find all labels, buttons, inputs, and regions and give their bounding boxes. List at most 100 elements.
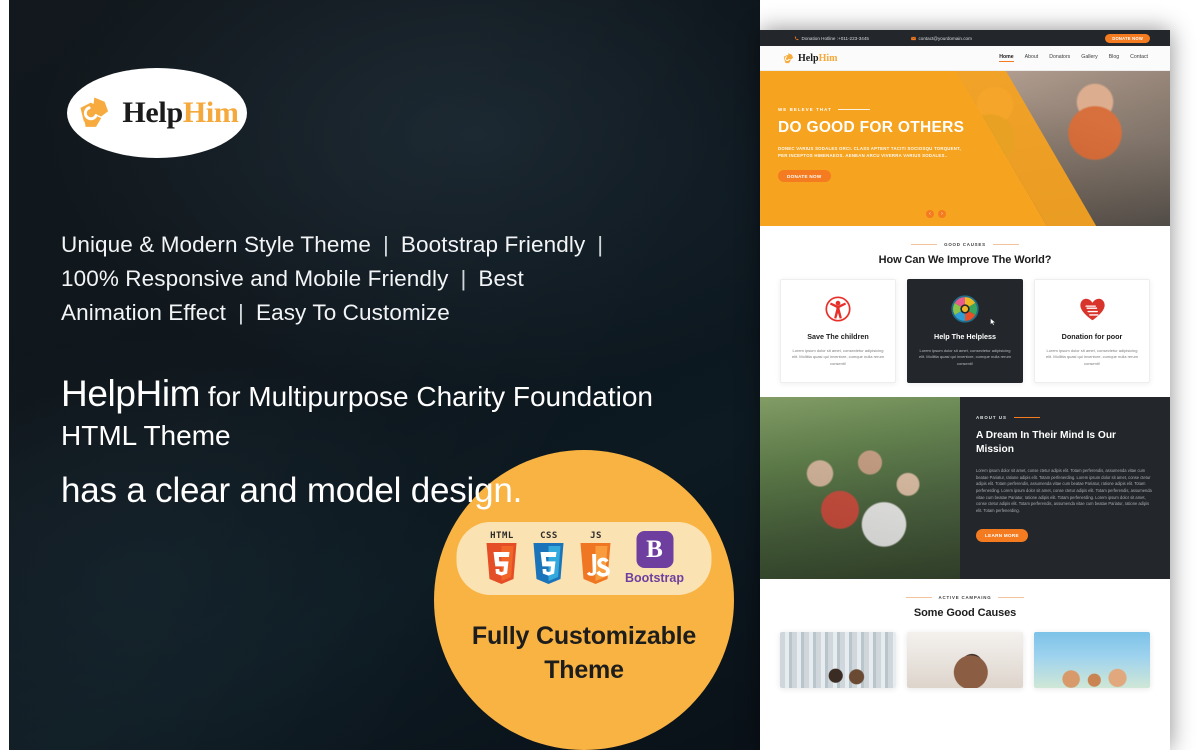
css3-icon xyxy=(533,543,564,584)
save-children-icon xyxy=(825,296,851,322)
site-nav: HelpHim Home About Donators Gallery Blog… xyxy=(760,46,1170,71)
handshake-icon xyxy=(783,52,794,63)
nav-link-home[interactable]: Home xyxy=(999,54,1014,62)
about-label-text: ABOUT US xyxy=(976,415,1007,421)
site-nav-logo[interactable]: HelpHim xyxy=(782,52,837,65)
about-photo xyxy=(760,397,960,580)
helping-hands-circle-icon xyxy=(951,295,979,323)
about-learn-more-button[interactable]: LEARN MORE xyxy=(976,529,1028,543)
hero-eyebrow-text: WE BELEVE THAT xyxy=(778,107,832,112)
brand-logo: HelpHim xyxy=(67,68,247,158)
cause-card-text: Lorem ipsum dolor sit amet, consectetur … xyxy=(791,348,885,366)
topbar-phone: Donation Hotline :+011-223-3445 xyxy=(794,36,869,41)
about-heading: A Dream In Their Mind Is Our Mission xyxy=(976,430,1117,456)
good-causes-heading: How Can We Improve The World? xyxy=(878,254,1052,266)
carousel-next-icon[interactable]: › xyxy=(938,210,946,218)
brand-logo-text: HelpHim xyxy=(122,96,239,130)
cause-card-save-children[interactable]: Save The children Lorem ipsum dolor sit … xyxy=(780,279,896,384)
website-preview: Donation Hotline :+011-223-3445 contact@… xyxy=(760,30,1170,750)
feature-item-best: Best xyxy=(478,266,524,291)
handshake-icon xyxy=(80,97,109,127)
feature-item-responsive: 100% Responsive and Mobile Friendly xyxy=(61,266,449,291)
html5-icon xyxy=(486,543,517,584)
tech-html5: HTML xyxy=(484,531,520,585)
card-icon-wrap xyxy=(1044,294,1140,324)
campaign-card-hands[interactable] xyxy=(1034,632,1150,689)
promo-headline-brand: HelpHim xyxy=(61,373,201,414)
hero-section: WE BELEVE THAT DO GOOD FOR OTHERS DONEC … xyxy=(760,71,1170,226)
feature-item-customize: Easy To Customize xyxy=(255,300,450,325)
tech-stack-pill: HTML CSS JS B Bootstrap xyxy=(456,522,712,595)
feature-list: Unique & Modern Style Theme | Bootstrap Fr… xyxy=(61,228,681,330)
site-nav-logo-accent: Him xyxy=(818,52,838,64)
good-causes-label: GOOD CAUSES xyxy=(780,242,1150,247)
about-section: ABOUT US A Dream In Their Mind Is Our Mi… xyxy=(760,397,1170,580)
promo-headline-secondary: has a clear and model design. xyxy=(61,471,523,510)
hero-carousel-controls: ‹ › xyxy=(926,210,946,218)
tech-css3: CSS xyxy=(531,531,567,585)
phone-icon xyxy=(794,36,799,40)
cause-card-list: Save The children Lorem ipsum dolor sit … xyxy=(780,279,1150,384)
site-nav-logo-dark: Help xyxy=(798,52,819,64)
hero-title: DO GOOD FOR OTHERS xyxy=(778,119,965,136)
left-edge-strip xyxy=(0,0,9,750)
hero-text-block: WE BELEVE THAT DO GOOD FOR OTHERS DONEC … xyxy=(778,107,968,183)
campaign-card-library[interactable] xyxy=(780,632,896,689)
hero-paragraph: DONEC VARIUS SODALES ORCI. CLASS APTENT … xyxy=(778,146,961,158)
feature-separator: | xyxy=(382,232,389,257)
feature-separator: | xyxy=(238,300,244,325)
brand-logo-text-accent: Him xyxy=(182,96,239,129)
carousel-prev-icon[interactable]: ‹ xyxy=(926,210,934,218)
card-icon-wrap xyxy=(790,294,886,324)
badge-title: Fully Customizable Theme xyxy=(471,622,697,684)
nav-link-donators[interactable]: Donators xyxy=(1049,54,1070,62)
cause-card-text: Lorem ipsum dolor sit amet, consectetur … xyxy=(918,348,1012,366)
hero-donate-button[interactable]: DONATE NOW xyxy=(778,170,831,182)
about-paragraph: Lorem ipsum dolor sit amet, conse ctetur… xyxy=(976,468,1152,513)
nav-link-about[interactable]: About xyxy=(1025,54,1039,62)
javascript-icon xyxy=(580,543,611,584)
site-nav-links: Home About Donators Gallery Blog Contact xyxy=(999,54,1148,62)
feature-separator: | xyxy=(460,266,467,291)
bootstrap-label: Bootstrap xyxy=(624,571,685,585)
about-label-rule xyxy=(1013,417,1040,419)
cause-card-help-helpless[interactable]: Help The Helpless Lorem ipsum dolor sit … xyxy=(907,279,1023,384)
campaigns-section: ACTIVE CAMPAING Some Good Causes xyxy=(760,579,1170,689)
tech-js-caption: JS xyxy=(590,531,602,541)
card-icon-wrap xyxy=(917,294,1013,324)
promo-headline-primary: HelpHim for Multipurpose Charity Foundat… xyxy=(61,374,681,455)
feature-line-1: Unique & Modern Style Theme | Bootstrap Fr… xyxy=(61,228,681,262)
about-text-block: ABOUT US A Dream In Their Mind Is Our Mi… xyxy=(960,397,1170,580)
cause-card-title: Save The children xyxy=(807,332,869,341)
mouse-cursor-icon xyxy=(990,318,996,326)
tech-bootstrap: B Bootstrap xyxy=(625,531,684,585)
feature-item-animation: Animation Effect xyxy=(61,300,227,325)
cause-card-donation-poor[interactable]: Donation for poor Lorem ipsum dolor sit … xyxy=(1034,279,1150,384)
promo-panel: HelpHim Unique & Modern Style Theme | Boot… xyxy=(9,0,760,750)
good-causes-label-text: GOOD CAUSES xyxy=(944,242,986,247)
label-rule-left xyxy=(911,244,938,245)
topbar-email: contact@yourdomain.com xyxy=(911,36,972,41)
heart-hand-icon xyxy=(1079,298,1105,320)
feature-line-2: 100% Responsive and Mobile Friendly | Best xyxy=(61,262,681,296)
hero-eyebrow-rule xyxy=(837,109,870,110)
campaign-card-child[interactable] xyxy=(907,632,1023,689)
campaign-card-list xyxy=(780,632,1150,689)
label-rule-right xyxy=(998,597,1025,599)
nav-link-contact[interactable]: Contact xyxy=(1130,54,1148,62)
about-label: ABOUT US xyxy=(976,415,1154,420)
label-rule-left xyxy=(905,597,932,599)
site-topbar: Donation Hotline :+011-223-3445 contact@… xyxy=(760,30,1170,46)
campaigns-label-text: ACTIVE CAMPAING xyxy=(938,595,992,601)
topbar-donate-button[interactable]: DONATE NOW xyxy=(1105,33,1150,43)
cause-card-title: Donation for poor xyxy=(1061,332,1123,341)
campaigns-heading: Some Good Causes xyxy=(913,607,1017,620)
campaigns-label: ACTIVE CAMPAING xyxy=(780,595,1150,600)
good-causes-section: GOOD CAUSES How Can We Improve The World… xyxy=(760,226,1170,398)
feature-item-unique-modern: Unique & Modern Style Theme xyxy=(61,232,371,257)
feature-separator: | xyxy=(597,232,604,257)
bootstrap-icon: B xyxy=(636,531,673,568)
nav-link-gallery[interactable]: Gallery xyxy=(1081,54,1097,62)
brand-logo-text-dark: Help xyxy=(122,96,183,129)
nav-link-blog[interactable]: Blog xyxy=(1109,54,1119,62)
